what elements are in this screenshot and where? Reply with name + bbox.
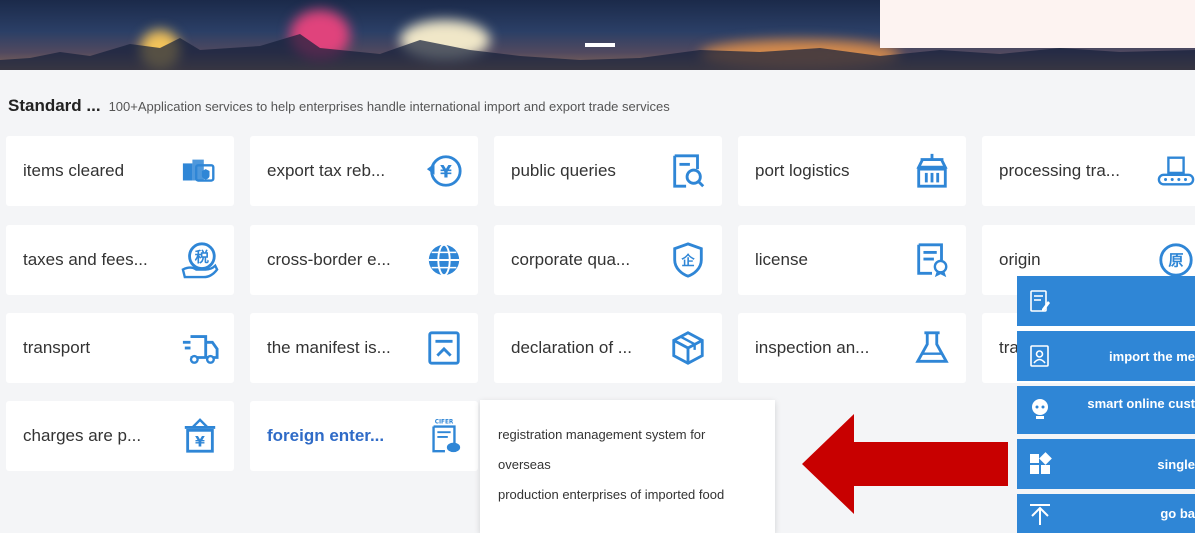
card-label: the manifest is...: [267, 338, 391, 357]
service-card-export-tax-rebate[interactable]: export tax reb... ¥: [250, 136, 478, 206]
yen-box-icon: ¥: [180, 416, 220, 456]
tooltip-line-2: production enterprises of imported food: [498, 487, 725, 502]
float-panel-label: go ba: [1160, 506, 1195, 521]
card-label: foreign enter...: [267, 426, 385, 445]
conveyor-box-icon: [1156, 151, 1195, 191]
robot-assistant-icon: [1027, 396, 1053, 422]
service-card-transport[interactable]: transport: [6, 313, 234, 383]
card-label: items cleared: [23, 161, 125, 180]
svg-text:¥: ¥: [195, 434, 205, 450]
origin-badge-icon: 原: [1156, 240, 1195, 280]
float-panel-single-window[interactable]: single: [1017, 439, 1195, 489]
float-panel-go-back[interactable]: go ba: [1017, 494, 1195, 533]
truck-icon: [180, 328, 220, 368]
service-card-foreign-enterprise[interactable]: foreign enter... CIFER: [250, 401, 478, 471]
certificate-icon: [912, 240, 952, 280]
service-card-public-queries[interactable]: public queries: [494, 136, 722, 206]
shield-enterprise-icon: 企: [668, 240, 708, 280]
back-to-top-icon: [1027, 501, 1053, 527]
card-label: corporate qua...: [511, 250, 631, 269]
hero-banner: [0, 0, 1195, 70]
service-card-port-logistics[interactable]: port logistics: [738, 136, 966, 206]
port-crane-icon: [912, 151, 952, 191]
service-card-declaration[interactable]: declaration of ...: [494, 313, 722, 383]
tax-hand-icon: 税: [180, 240, 220, 280]
red-arrow-annotation: [802, 414, 1008, 514]
svg-text:原: 原: [1168, 252, 1183, 270]
section-heading: Standard ... 100+Application services to…: [8, 96, 670, 116]
svg-text:企: 企: [680, 252, 695, 269]
edit-document-icon: [1027, 288, 1053, 314]
card-label: declaration of ...: [511, 338, 632, 357]
service-card-corporate-qualification[interactable]: corporate qua... 企: [494, 225, 722, 295]
service-card-items-cleared[interactable]: items cleared: [6, 136, 234, 206]
card-label: processing tra...: [999, 161, 1120, 180]
card-label: inspection an...: [755, 338, 870, 357]
contact-card-icon: [1027, 343, 1053, 369]
service-card-manifest[interactable]: the manifest is...: [250, 313, 478, 383]
package-box-icon: [668, 328, 708, 368]
card-label: taxes and fees...: [23, 250, 148, 269]
manifest-upload-icon: [424, 328, 464, 368]
card-label: export tax reb...: [267, 161, 386, 180]
card-label: license: [755, 250, 808, 269]
globe-icon: [424, 240, 464, 280]
service-card-license[interactable]: license: [738, 225, 966, 295]
cifer-document-icon: CIFER: [424, 416, 464, 456]
service-card-processing-trade[interactable]: processing tra...: [982, 136, 1195, 206]
carousel-indicator[interactable]: [585, 43, 615, 47]
svg-text:¥: ¥: [440, 163, 452, 183]
float-panel-import-message[interactable]: import the me: [1017, 331, 1195, 381]
card-label: cross-border e...: [267, 250, 391, 269]
service-tooltip: registration management system for overs…: [480, 400, 775, 533]
service-card-taxes-and-fees[interactable]: taxes and fees... 税: [6, 225, 234, 295]
card-label: public queries: [511, 161, 616, 180]
flask-icon: [912, 328, 952, 368]
float-panel-online-customer-service[interactable]: smart online cust: [1017, 386, 1195, 434]
section-subtitle: 100+Application services to help enterpr…: [108, 99, 670, 114]
customs-clearance-icon: [180, 151, 220, 191]
card-label: origin: [999, 250, 1041, 269]
float-panel-label: single: [1157, 456, 1195, 472]
service-card-charges[interactable]: charges are p... ¥: [6, 401, 234, 471]
card-label: port logistics: [755, 161, 850, 180]
float-panel-edit[interactable]: [1017, 276, 1195, 326]
service-card-cross-border[interactable]: cross-border e...: [250, 225, 478, 295]
yen-tax-rebate-icon: ¥: [424, 151, 464, 191]
app-grid-icon: [1027, 451, 1053, 477]
card-label: charges are p...: [23, 426, 142, 445]
float-panel-label: smart online cust: [1087, 396, 1195, 411]
tooltip-line-1: registration management system for overs…: [498, 427, 706, 472]
document-search-icon: [668, 151, 708, 191]
card-label: transport: [23, 338, 91, 357]
svg-text:CIFER: CIFER: [435, 420, 454, 426]
banner-panel: [880, 0, 1195, 48]
card-label: tra: [999, 338, 1019, 357]
section-title: Standard ...: [8, 96, 101, 115]
svg-text:税: 税: [195, 248, 210, 266]
float-panel-label: import the me: [1109, 348, 1195, 364]
service-card-inspection[interactable]: inspection an...: [738, 313, 966, 383]
